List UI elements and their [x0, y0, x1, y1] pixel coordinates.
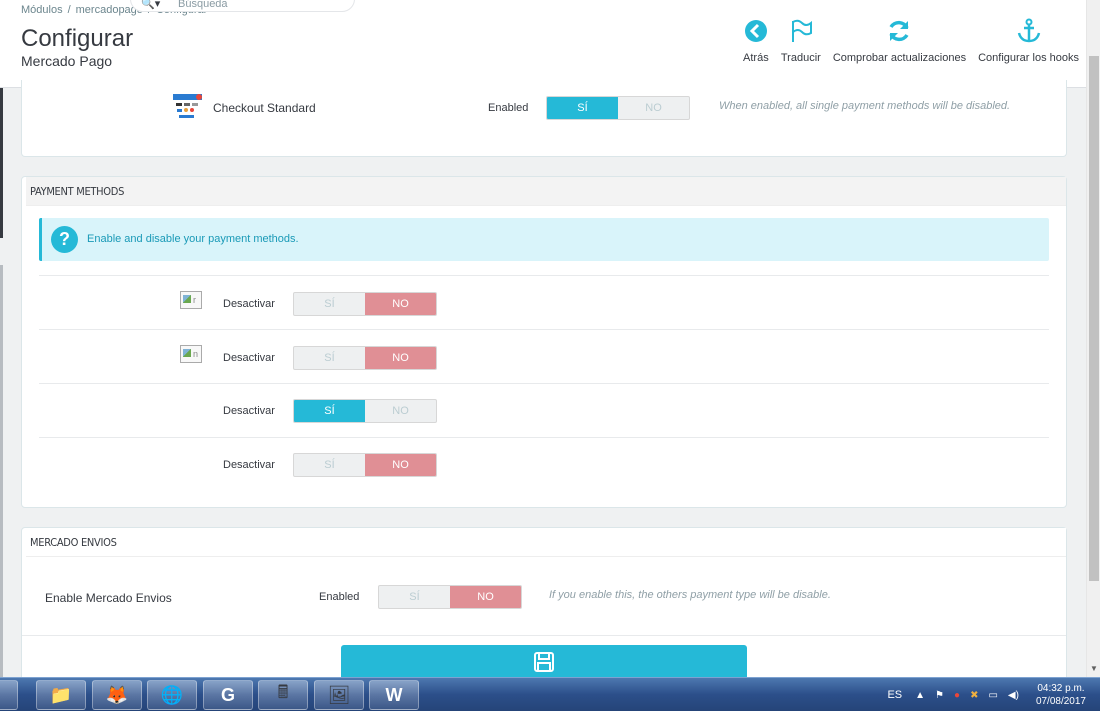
panel-footer-divider: [22, 635, 1066, 636]
clock-time: 04:32 p.m.: [1037, 683, 1085, 694]
payment-method-1-switch[interactable]: SÍ NO: [293, 292, 437, 316]
left-edge: [0, 88, 3, 238]
row-divider: [39, 275, 1049, 276]
checkout-logo: [173, 92, 202, 122]
payment-methods-panel: PAYMENT METHODS ? Enable and disable you…: [21, 176, 1067, 508]
anchor-icon: [1017, 18, 1040, 43]
payment-method-3-no[interactable]: NO: [365, 400, 436, 422]
windows-taskbar: ▶ 📁 🦊 🌐 G 🖩 🖼 W ES ▲ ⚑ ● ✖ ▭ ◀) 04:32 p.…: [0, 677, 1100, 711]
app-g-taskbar-icon[interactable]: G: [203, 680, 253, 710]
mercado-envios-help: If you enable this, the others payment t…: [549, 589, 831, 601]
checkout-switch[interactable]: SÍ NO: [546, 96, 690, 120]
check-updates-label: Comprobar actualizaciones: [832, 52, 967, 64]
search-icon: 🔍▾: [141, 0, 161, 10]
payment-method-image-1: r: [180, 291, 202, 309]
payment-methods-alert: ? Enable and disable your payment method…: [39, 218, 1049, 261]
payment-method-2-switch[interactable]: SÍ NO: [293, 346, 437, 370]
back-button[interactable]: Atrás: [743, 18, 769, 64]
mercado-envios-no[interactable]: NO: [450, 586, 521, 608]
breadcrumb-item-modules[interactable]: Módulos: [21, 4, 63, 16]
mercado-envios-label: Enable Mercado Envios: [45, 591, 172, 605]
word-taskbar-icon[interactable]: W: [369, 680, 419, 710]
arrow-left-circle-icon: [744, 20, 767, 42]
mercado-envios-yes[interactable]: SÍ: [379, 586, 450, 608]
payment-method-3-label: Desactivar: [223, 405, 275, 417]
chrome-taskbar-icon[interactable]: 🌐: [147, 680, 197, 710]
payment-method-3-switch[interactable]: SÍ NO: [293, 399, 437, 423]
checkout-panel: Checkout Standard Enabled SÍ NO When ena…: [21, 80, 1067, 157]
show-hidden-icons-icon[interactable]: ▲: [915, 690, 925, 701]
payment-method-4-label: Desactivar: [223, 459, 275, 471]
network-tray-icon[interactable]: ▭: [988, 690, 997, 701]
payment-method-2-yes[interactable]: SÍ: [294, 347, 365, 369]
clock-date: 07/08/2017: [1035, 696, 1086, 707]
payment-method-1-no[interactable]: NO: [365, 293, 436, 315]
toolbar: Atrás Traducir Comprobar actualizaciones…: [731, 18, 1079, 64]
calculator-taskbar-icon[interactable]: 🖩: [258, 680, 308, 710]
translate-label: Traducir: [780, 52, 821, 64]
row-divider: [39, 329, 1049, 330]
payment-method-2-no[interactable]: NO: [365, 347, 436, 369]
language-indicator[interactable]: ES: [887, 689, 902, 701]
clock[interactable]: 04:32 p.m. 07/08/2017: [1036, 682, 1086, 708]
row-divider: [39, 437, 1049, 438]
checkout-label: Checkout Standard: [213, 101, 316, 115]
alert-text: Enable and disable your payment methods.: [87, 233, 299, 245]
payment-method-2-label: Desactivar: [223, 352, 275, 364]
page-header: Módulos/mercadopago/Configurar 🔍▾ Búsque…: [0, 0, 1086, 88]
search-box[interactable]: 🔍▾ Búsqueda: [130, 0, 355, 12]
page-title: Configurar: [21, 25, 134, 52]
payment-method-image-2: n: [180, 345, 202, 363]
refresh-icon: [889, 20, 910, 42]
checkout-switch-no[interactable]: NO: [618, 97, 689, 119]
translate-button[interactable]: Traducir: [781, 18, 821, 64]
mercado-envios-state-label: Enabled: [319, 591, 360, 603]
mercado-envios-heading: MERCADO ENVIOS: [26, 528, 1066, 557]
volume-tray-icon[interactable]: ◀): [1008, 690, 1019, 701]
media-player-taskbar-icon[interactable]: ▶: [0, 680, 18, 710]
search-placeholder: Búsqueda: [178, 0, 228, 10]
flag-icon: [791, 19, 812, 42]
checkout-state-label: Enabled: [488, 102, 529, 114]
left-edge-lower: [0, 265, 3, 677]
payment-methods-heading: PAYMENT METHODS: [26, 177, 1066, 206]
check-updates-button[interactable]: Comprobar actualizaciones: [833, 18, 966, 64]
antivirus-tray-icon[interactable]: ●: [954, 690, 960, 701]
page-subtitle: Mercado Pago: [21, 53, 113, 69]
row-divider: [39, 383, 1049, 384]
tools-tray-icon[interactable]: ✖: [970, 690, 978, 701]
page-scrollbar[interactable]: ▼: [1086, 0, 1100, 677]
payment-method-4-no[interactable]: NO: [365, 454, 436, 476]
payment-method-1-label: Desactivar: [223, 298, 275, 310]
payment-method-1-yes[interactable]: SÍ: [294, 293, 365, 315]
save-button[interactable]: [341, 645, 747, 677]
system-tray: ES ▲ ⚑ ● ✖ ▭ ◀) 04:32 p.m. 07/08/2017: [887, 678, 1100, 711]
flag-tray-icon[interactable]: ⚑: [935, 690, 944, 701]
scroll-down-arrow-icon[interactable]: ▼: [1090, 664, 1098, 673]
question-icon: ?: [51, 226, 78, 253]
configure-hooks-label: Configurar los hooks: [978, 52, 1079, 64]
back-label: Atrás: [743, 52, 769, 64]
floppy-disk-icon: [534, 652, 554, 672]
payment-method-3-yes[interactable]: SÍ: [294, 400, 365, 422]
configure-hooks-button[interactable]: Configurar los hooks: [978, 18, 1079, 64]
firefox-taskbar-icon[interactable]: 🦊: [92, 680, 142, 710]
checkout-help: When enabled, all single payment methods…: [719, 100, 1011, 112]
payment-method-4-yes[interactable]: SÍ: [294, 454, 365, 476]
checkout-switch-yes[interactable]: SÍ: [547, 97, 618, 119]
image-viewer-taskbar-icon[interactable]: 🖼: [314, 680, 364, 710]
scrollbar-thumb[interactable]: [1089, 56, 1099, 581]
mercado-envios-switch[interactable]: SÍ NO: [378, 585, 522, 609]
file-explorer-taskbar-icon[interactable]: 📁: [36, 680, 86, 710]
payment-method-4-switch[interactable]: SÍ NO: [293, 453, 437, 477]
